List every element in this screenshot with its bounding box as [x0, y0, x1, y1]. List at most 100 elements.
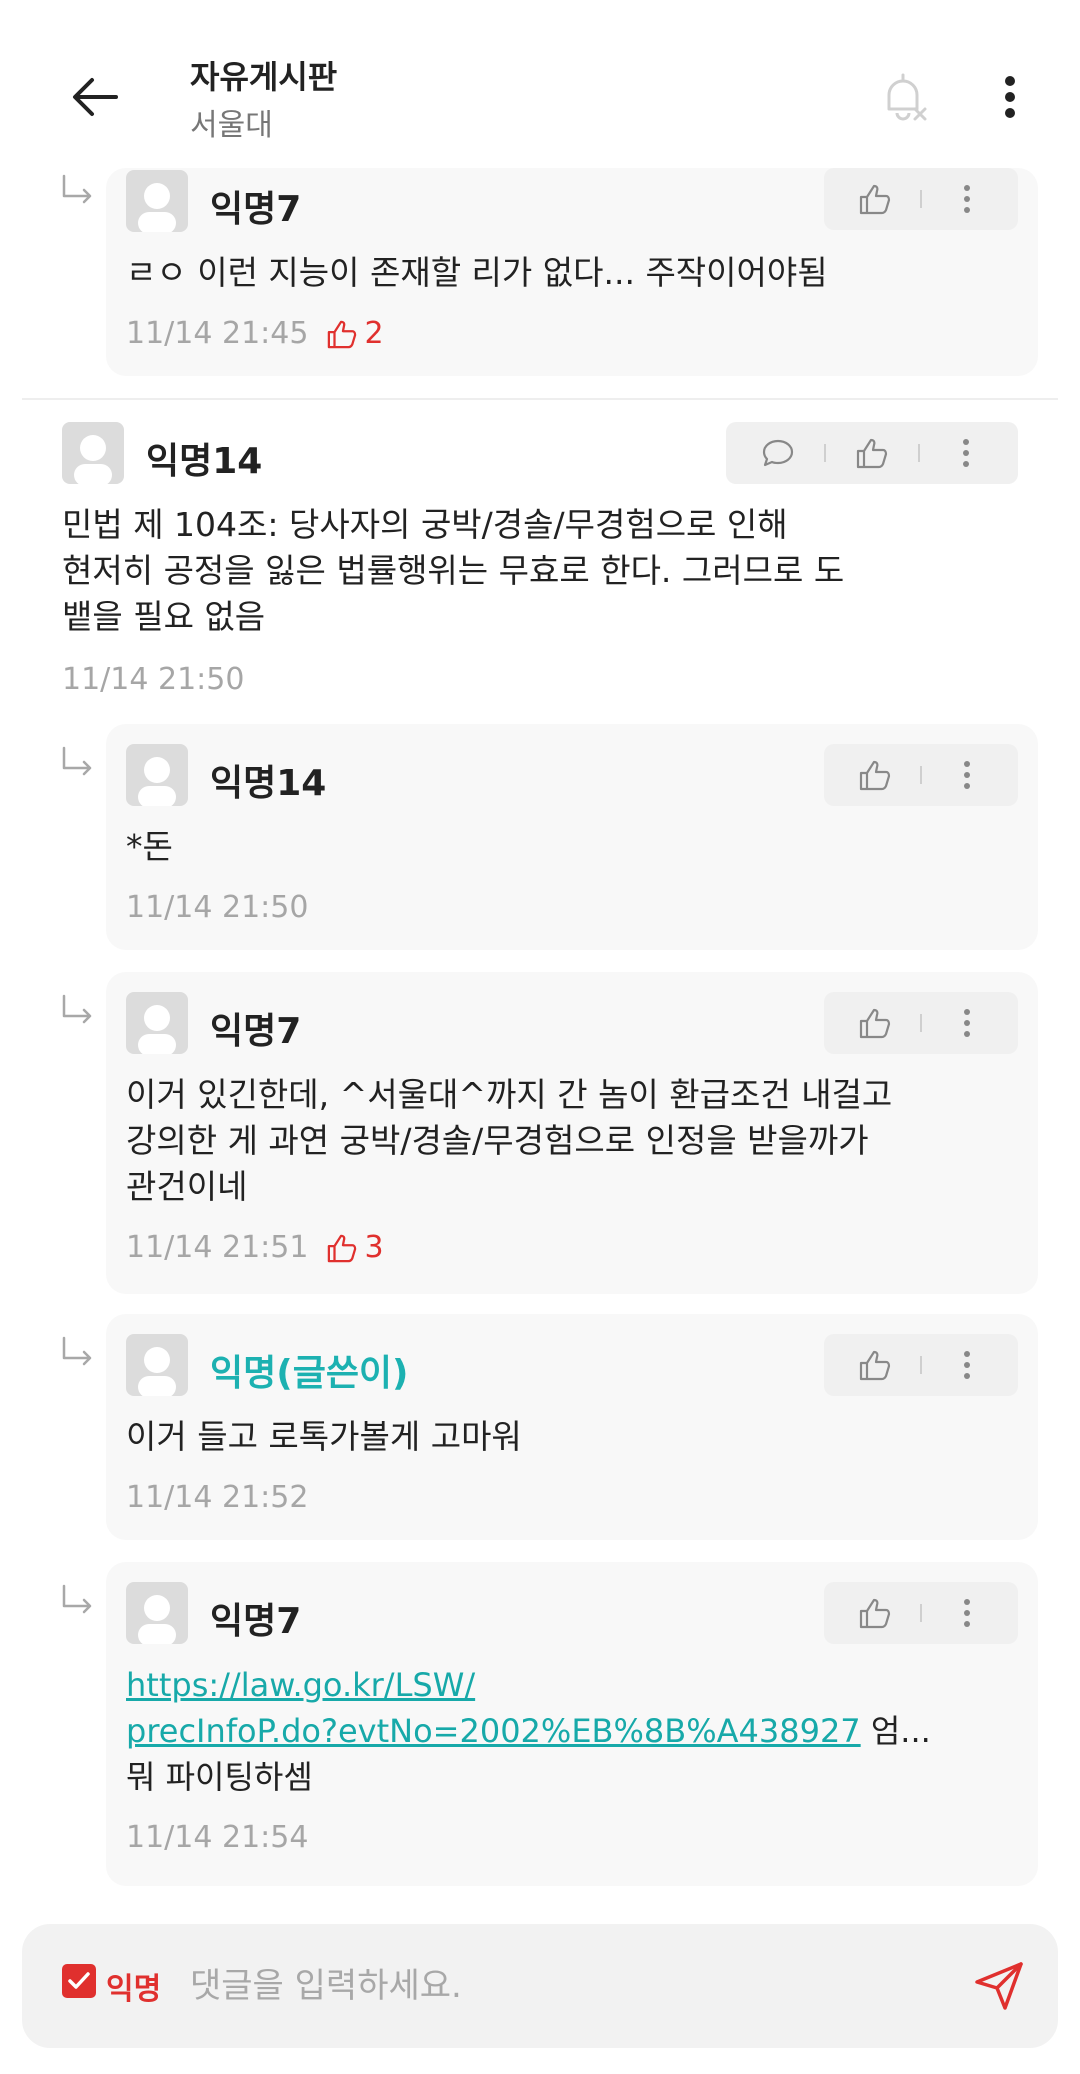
comment-text-line: 뭐 파이팅하셈 — [126, 1758, 313, 1796]
app-header: 자유게시판 서울대 — [0, 0, 1080, 170]
action-separator — [919, 1356, 922, 1374]
comment-text-line: 현저히 공정을 잃은 법률행위는 무효로 한다. 그러므로 도 — [62, 551, 845, 590]
like-button[interactable] — [853, 1591, 897, 1635]
comment-text: 민법 제 104조: 당사자의 궁박/경솔/무경험으로 인해 현저히 공정을 잃… — [62, 502, 844, 640]
send-icon — [975, 1962, 1023, 2010]
anonymous-label[interactable]: 익명 — [106, 1964, 161, 2008]
comment-meta: 11/14 21:51 3 — [126, 1230, 384, 1265]
reply-arrow-icon — [62, 1336, 92, 1366]
avatar — [62, 422, 124, 484]
reply-comment: 익명14 *돈 11/14 21:50 — [106, 724, 1038, 950]
comment-actions — [824, 168, 1018, 230]
action-separator — [919, 766, 922, 784]
comment-meta: 11/14 21:54 — [126, 1820, 308, 1855]
thumbs-up-icon — [328, 320, 357, 348]
comment-author: 익명7 — [210, 1601, 302, 1642]
user-icon — [138, 183, 176, 232]
action-separator — [919, 1604, 922, 1622]
comment-more-button[interactable] — [945, 177, 989, 221]
reply-arrow-icon — [62, 1584, 92, 1614]
comment-meta: 11/14 21:50 — [62, 662, 244, 697]
more-options-button[interactable] — [975, 62, 1045, 132]
comment-actions — [726, 422, 1018, 484]
comment-actions — [824, 744, 1018, 806]
like-button[interactable] — [853, 753, 897, 797]
comment-time: 11/14 21:50 — [126, 890, 309, 925]
comment-input[interactable] — [190, 1954, 950, 2018]
avatar — [126, 170, 188, 232]
arrow-left-icon — [73, 78, 118, 116]
action-separator — [918, 444, 920, 462]
comment-link[interactable]: precInfoP.do?evtNo=2002%EB%8B%A438927 — [126, 1712, 861, 1750]
avatar — [126, 992, 188, 1054]
comment-actions — [824, 1334, 1018, 1396]
more-vertical-icon — [963, 1599, 970, 1627]
like-count: 3 — [326, 1230, 384, 1265]
speech-bubble-icon — [762, 439, 794, 467]
reply-comment: 익명(글쓴이) 이거 들고 로톡가볼게 고마워 11/14 21:52 — [106, 1314, 1038, 1540]
comment-author-op: 익명(글쓴이) — [210, 1353, 409, 1394]
check-icon — [68, 1972, 90, 1989]
send-button[interactable] — [967, 1954, 1031, 2018]
like-count: 2 — [326, 316, 384, 351]
comment-text-line: 민법 제 104조: 당사자의 궁박/경솔/무경험으로 인해 — [62, 505, 788, 544]
comment-actions — [824, 992, 1018, 1054]
like-button[interactable] — [853, 1001, 897, 1045]
more-vertical-icon — [963, 761, 970, 789]
more-vertical-icon — [963, 1009, 970, 1037]
user-icon — [74, 435, 112, 484]
comment-text: *돈 — [126, 827, 173, 866]
back-button[interactable] — [60, 62, 130, 132]
reply-arrow-icon — [62, 746, 92, 776]
notification-button[interactable] — [868, 62, 938, 132]
avatar — [126, 744, 188, 806]
comment-input-bar: 익명 — [22, 1924, 1058, 2048]
comment-more-button[interactable] — [945, 1001, 989, 1045]
thumbs-up-icon — [860, 1598, 891, 1629]
action-separator — [824, 444, 826, 462]
comment-text-line: 관건이네 — [126, 1167, 248, 1206]
comment-text: 이거 들고 로톡가볼게 고마워 — [126, 1417, 522, 1456]
comment-more-button[interactable] — [945, 1591, 989, 1635]
user-icon — [138, 757, 176, 806]
comment-time: 11/14 21:50 — [62, 662, 245, 697]
comment-meta: 11/14 21:45 2 — [126, 316, 384, 351]
more-vertical-icon — [963, 185, 970, 213]
comment-more-button[interactable] — [945, 1343, 989, 1387]
comment-text: ㄹㅇ 이런 지능이 존재할 리가 없다... 주작이어야됨 — [126, 253, 828, 292]
comment-actions — [824, 1582, 1018, 1644]
like-button[interactable] — [853, 1343, 897, 1387]
comment-author: 익명7 — [210, 1011, 302, 1052]
comment-text-after-link: 엄... — [860, 1712, 931, 1750]
reply-comment: 익명7 https://law.go.kr/LSW/ precInfoP.do?… — [106, 1562, 1038, 1886]
comment-time: 11/14 21:54 — [126, 1820, 309, 1855]
user-icon — [138, 1005, 176, 1054]
like-count-value: 3 — [364, 1230, 384, 1265]
reply-comment: 익명7 이거 있긴한데, ^서울대^까지 간 놈이 환급조건 내걸고 강의한 게… — [106, 972, 1038, 1294]
like-button[interactable] — [850, 431, 894, 475]
reply-button[interactable] — [756, 431, 800, 475]
reply-arrow-icon — [62, 994, 92, 1024]
comment-time: 11/14 21:52 — [126, 1480, 309, 1515]
like-count-value: 2 — [364, 316, 384, 351]
comment-link[interactable]: https://law.go.kr/LSW/ — [126, 1666, 475, 1704]
thumbs-up-icon — [860, 1008, 891, 1039]
user-icon — [138, 1347, 176, 1396]
comment-time: 11/14 21:45 — [126, 316, 309, 351]
comment-divider — [22, 398, 1058, 400]
anonymous-checkbox[interactable] — [62, 1964, 96, 1998]
more-vertical-icon — [963, 439, 969, 467]
comment-text: https://law.go.kr/LSW/ precInfoP.do?evtN… — [126, 1662, 931, 1800]
thumbs-up-icon — [860, 1350, 891, 1381]
avatar — [126, 1334, 188, 1396]
comment-more-button[interactable] — [945, 753, 989, 797]
comment-time: 11/14 21:51 — [126, 1230, 309, 1265]
board-subtitle: 서울대 — [190, 108, 273, 143]
comment-meta: 11/14 21:50 — [126, 890, 308, 925]
comment-more-button[interactable] — [944, 431, 988, 475]
thumbs-up-icon — [328, 1234, 357, 1262]
bell-off-icon — [887, 73, 927, 121]
like-button[interactable] — [853, 177, 897, 221]
comment-text-line: 이거 있긴한데, ^서울대^까지 간 놈이 환급조건 내걸고 — [126, 1075, 893, 1114]
user-icon — [138, 1595, 176, 1644]
